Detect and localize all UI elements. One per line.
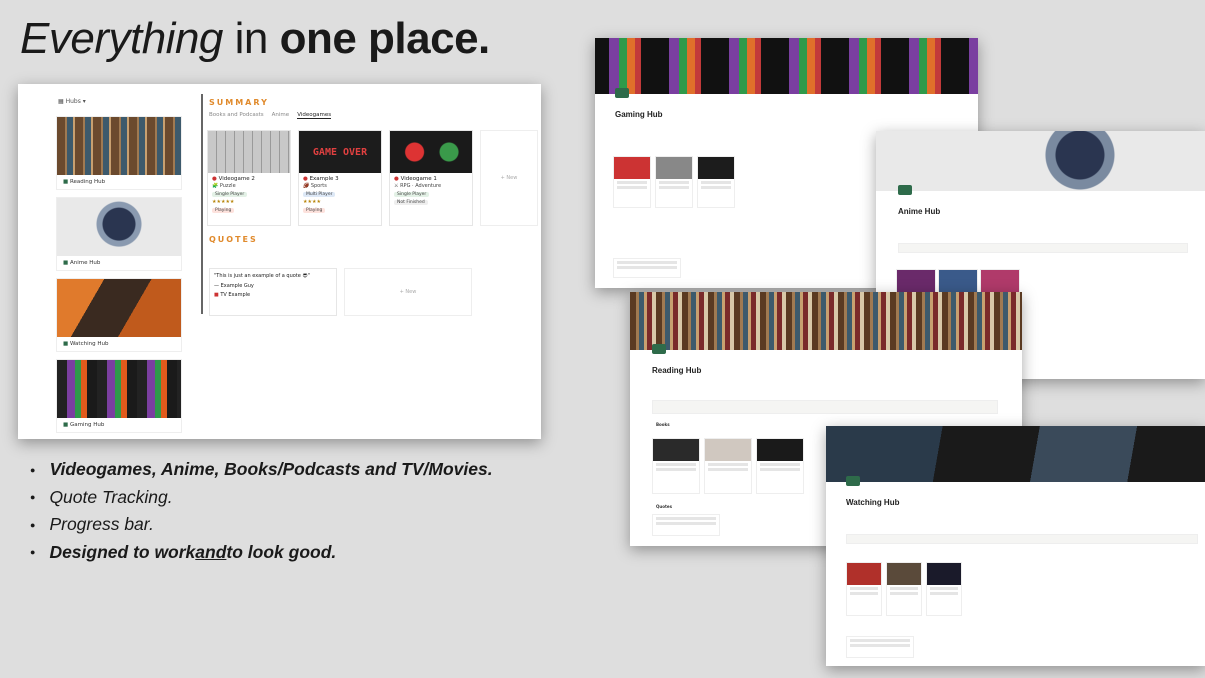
divider bbox=[201, 94, 203, 314]
game-card[interactable]: GAME OVER ● Example 3 🏈 Sports Multi Pla… bbox=[298, 130, 382, 226]
remote-image bbox=[57, 279, 181, 337]
quote-source: TV Example bbox=[220, 292, 251, 298]
headline-bold: one place. bbox=[279, 14, 491, 63]
feature-item: Progress bar. bbox=[30, 511, 493, 539]
anime-cover bbox=[876, 131, 1205, 191]
mini-card bbox=[652, 438, 700, 494]
controller-icon: ■ bbox=[63, 422, 69, 428]
feature-item: Designed to work and to look good. bbox=[30, 539, 493, 567]
game-card[interactable]: ● Videogame 2 🧩 Puzzle Single Player ★★★… bbox=[207, 130, 291, 226]
hub-title: Anime Hub bbox=[898, 207, 941, 216]
new-quote-button[interactable]: + New bbox=[344, 268, 472, 316]
mini-card bbox=[846, 636, 914, 658]
controller-icon bbox=[615, 88, 629, 98]
controller-icon: ● bbox=[303, 176, 308, 182]
quote-card[interactable]: "This is just an example of a quote 😎" —… bbox=[209, 268, 337, 316]
mini-card bbox=[704, 438, 752, 494]
quotes-title: QUOTES bbox=[209, 235, 258, 244]
controller-icon bbox=[652, 344, 666, 354]
stars: ★★★★ bbox=[303, 199, 321, 205]
game-over-text: GAME OVER bbox=[312, 146, 368, 158]
hub-label: Reading Hub bbox=[69, 179, 106, 185]
controller-icon bbox=[846, 476, 860, 486]
hub-label: Gaming Hub bbox=[69, 422, 105, 428]
hub-card-gaming[interactable]: ■ Gaming Hub bbox=[56, 359, 182, 433]
minesweeper-image bbox=[208, 131, 290, 173]
summary-tabs: Books and Podcasts Anime Videogames bbox=[209, 112, 332, 119]
controller-icon bbox=[898, 185, 912, 195]
game-over-image: GAME OVER bbox=[299, 131, 381, 173]
mode-tag: Single Player bbox=[212, 192, 248, 197]
info-callout bbox=[652, 400, 998, 414]
tetris-cover bbox=[595, 38, 978, 94]
feature-item: Quote Tracking. bbox=[30, 484, 493, 512]
status-tag: Not Finished bbox=[394, 200, 428, 205]
controller-icon: ■ bbox=[63, 179, 69, 185]
controller-icon: ■ bbox=[63, 341, 69, 347]
remote-cover bbox=[826, 426, 1205, 482]
hub-title: Reading Hub bbox=[652, 366, 702, 375]
tetris-image bbox=[57, 360, 181, 418]
ghost-image bbox=[390, 131, 472, 173]
watching-hub-preview: Watching Hub bbox=[826, 426, 1205, 666]
hub-label: Anime Hub bbox=[69, 260, 101, 266]
tab-books[interactable]: Books and Podcasts bbox=[209, 112, 264, 119]
headline: Everything in one place. bbox=[20, 14, 490, 64]
headline-italic: Everything bbox=[20, 14, 223, 63]
quotes-label: Quotes bbox=[656, 504, 673, 509]
tv-icon: ■ bbox=[214, 292, 219, 298]
mini-card bbox=[613, 258, 681, 278]
hub-title: Gaming Hub bbox=[615, 110, 663, 119]
bookshelf-image bbox=[57, 117, 181, 175]
tab-videogames[interactable]: Videogames bbox=[297, 112, 332, 119]
new-card-button[interactable]: + New bbox=[480, 130, 538, 226]
info-callout bbox=[898, 243, 1188, 253]
status-tag: Playing bbox=[303, 208, 326, 213]
game-card[interactable]: ● Videogame 1 ⚔ RPG · Adventure Single P… bbox=[389, 130, 473, 226]
mode-tag: Single Player bbox=[394, 192, 430, 197]
quote-author: — Example Guy bbox=[214, 283, 254, 289]
bookshelf-cover bbox=[630, 292, 1022, 350]
mini-card bbox=[846, 562, 882, 616]
mini-card bbox=[886, 562, 922, 616]
hub-card-anime[interactable]: ■ Anime Hub bbox=[56, 197, 182, 271]
feature-item: Videogames, Anime, Books/Podcasts and TV… bbox=[30, 456, 492, 484]
stars: ★★★★★ bbox=[212, 199, 235, 205]
hub-label: Watching Hub bbox=[69, 341, 109, 347]
status-tag: Playing bbox=[212, 208, 235, 213]
books-label: Books bbox=[656, 422, 670, 427]
hub-title: Watching Hub bbox=[846, 498, 900, 507]
anime-figure-image bbox=[57, 198, 181, 256]
hub-card-reading[interactable]: ■ Reading Hub bbox=[56, 116, 182, 190]
tab-anime[interactable]: Anime bbox=[272, 112, 290, 119]
mini-card bbox=[926, 562, 962, 616]
controller-icon: ● bbox=[212, 176, 217, 182]
controller-icon: ● bbox=[394, 176, 399, 182]
main-screenshot: ▦ Hubs ▾ ■ Reading Hub ■ Anime Hub ■ Wat… bbox=[18, 84, 541, 439]
summary-title: SUMMARY bbox=[209, 98, 269, 107]
mini-card bbox=[613, 156, 651, 208]
hub-card-watching[interactable]: ■ Watching Hub bbox=[56, 278, 182, 352]
mini-card bbox=[655, 156, 693, 208]
quote-text: "This is just an example of a quote 😎" bbox=[214, 273, 310, 279]
mode-tag: Multi Player bbox=[303, 192, 336, 197]
info-callout bbox=[846, 534, 1198, 544]
feature-list: Videogames, Anime, Books/Podcasts and TV… bbox=[30, 456, 493, 567]
headline-mid: in bbox=[222, 14, 280, 63]
mini-card bbox=[697, 156, 735, 208]
mini-card bbox=[756, 438, 804, 494]
controller-icon: ■ bbox=[63, 260, 69, 266]
sidebar-title: ▦ Hubs ▾ bbox=[58, 98, 86, 105]
mini-card bbox=[652, 514, 720, 536]
